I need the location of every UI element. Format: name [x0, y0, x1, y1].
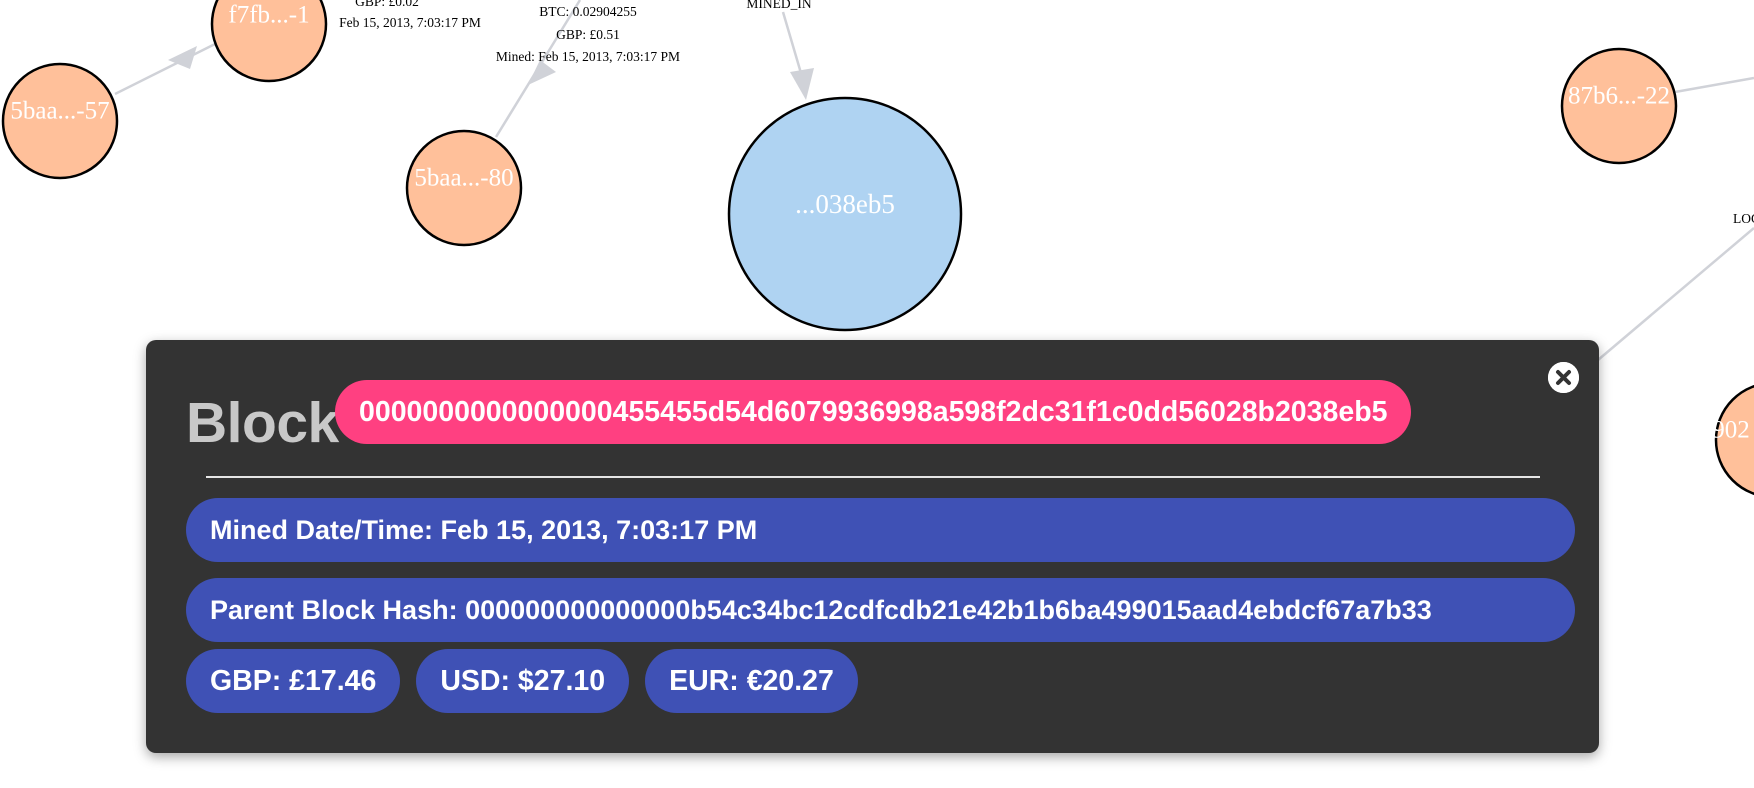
node-5baa-80[interactable]: 5baa...-80 [405, 129, 523, 247]
block-hash-chip: 0000000000000000455455d54d6079936998a598… [335, 380, 1412, 444]
edge-label-f7fb-gbp: GBP: £0.02 [355, 0, 419, 9]
edge-label-mined-in: MINED_IN [746, 0, 811, 11]
edge-5baa57-to-f7fb1 [114, 42, 216, 96]
usd-value-chip: USD: $27.10 [416, 649, 630, 713]
node-label: 902 [1712, 417, 1750, 444]
edge-mined-in [781, 11, 805, 81]
graph-edge-labels: GBP: £0.02 Feb 15, 2013, 7:03:17 PM BTC:… [339, 0, 1754, 226]
mined-datetime-chip: Mined Date/Time: Feb 15, 2013, 7:03:17 P… [186, 498, 1575, 562]
close-button[interactable] [1548, 362, 1579, 393]
edge-label-btc: BTC: 0.02904255 [539, 4, 637, 19]
edge-label-locked: LOCKED [1733, 211, 1754, 226]
node-87b6-22[interactable]: 87b6...-22 [1560, 47, 1678, 165]
currency-values: GBP: £17.46 USD: $27.10 EUR: €20.27 [186, 649, 858, 713]
gbp-value-chip: GBP: £17.46 [186, 649, 401, 713]
node-label: 5baa...-80 [414, 165, 513, 192]
node-label: f7fb...-1 [228, 2, 309, 29]
node-902[interactable]: 902 [1712, 383, 1754, 497]
node-f7fb-1[interactable]: f7fb...-1 [210, 0, 328, 83]
edge-label-gbp: GBP: £0.51 [556, 27, 620, 42]
node-label: ...038eb5 [795, 189, 895, 219]
arrowhead-mined-in [790, 68, 814, 100]
parent-block-hash-chip: Parent Block Hash: 000000000000000b54c34… [186, 578, 1575, 642]
node-label: 5baa...-57 [10, 98, 109, 125]
edge-locked [1597, 227, 1754, 361]
node-label: 87b6...-22 [1568, 83, 1670, 110]
close-icon [1548, 362, 1579, 393]
block-details-modal: Block 0000000000000000455455d54d60799369… [146, 340, 1599, 753]
eur-value-chip: EUR: €20.27 [645, 649, 858, 713]
node-block-038eb5[interactable]: ...038eb5 [727, 96, 963, 332]
divider [206, 476, 1540, 478]
edge-label-f7fb-mined: Feb 15, 2013, 7:03:17 PM [339, 15, 481, 30]
modal-title: Block [186, 391, 339, 455]
node-5baa-57[interactable]: 5baa...-57 [1, 62, 119, 180]
edge-87b6-right [1674, 76, 1754, 94]
edge-label-mined: Mined: Feb 15, 2013, 7:03:17 PM [496, 49, 680, 64]
